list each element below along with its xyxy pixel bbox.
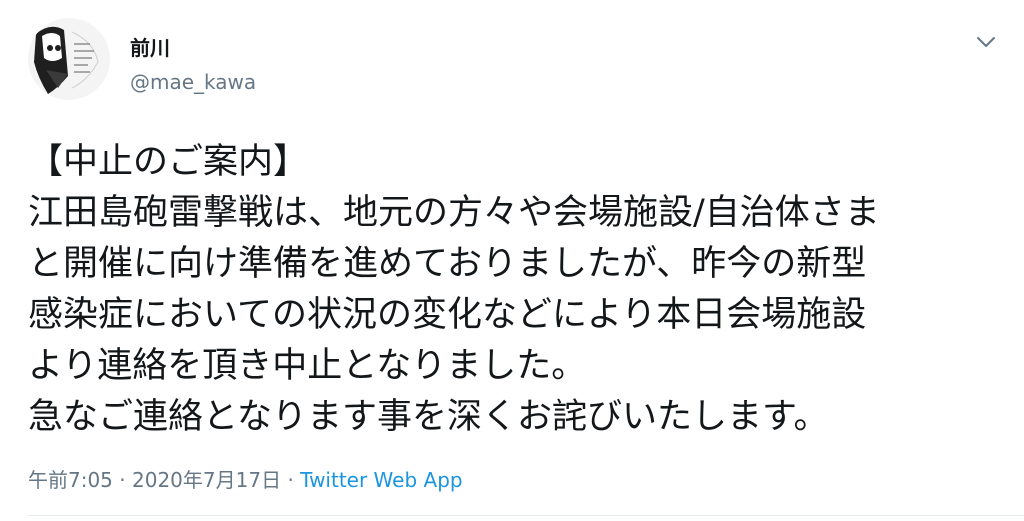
tweet-line: より連絡を頂き中止となりました。 bbox=[28, 346, 587, 386]
tweet-text: 【中止のご案内】 江田島砲雷撃戦は、地元の方々や会場施設/自治体さま と開催に向… bbox=[28, 137, 1003, 443]
chevron-down-icon[interactable] bbox=[974, 32, 998, 52]
tweet-line: 【中止のご案内】 bbox=[28, 142, 309, 182]
tweet-line: 感染症においての状況の変化などにより本日会場施設 bbox=[28, 295, 867, 335]
tweet-line: と開催に向け準備を進めておりましたが、昨今の新型 bbox=[28, 244, 867, 284]
author-display-name[interactable]: 前川 bbox=[130, 32, 170, 61]
tweet-line: 江田島砲雷撃戦は、地元の方々や会場施設/自治体さま bbox=[28, 193, 880, 233]
manga-avatar-icon[interactable] bbox=[28, 18, 110, 100]
tweet-timestamp[interactable]: 午前7:05 bbox=[28, 468, 113, 492]
meta-separator: · bbox=[287, 468, 294, 492]
divider bbox=[28, 515, 1024, 516]
meta-separator: · bbox=[119, 468, 126, 492]
author-handle[interactable]: @mae_kawa bbox=[130, 70, 256, 94]
tweet-metadata: 午前7:05 · 2020年7月17日 · Twitter Web App bbox=[28, 464, 463, 493]
source-app-link[interactable]: Twitter Web App bbox=[300, 468, 462, 492]
tweet-date[interactable]: 2020年7月17日 bbox=[132, 468, 281, 492]
tweet-line: 急なご連絡となります事を深くお詫びいたします。 bbox=[28, 397, 829, 437]
